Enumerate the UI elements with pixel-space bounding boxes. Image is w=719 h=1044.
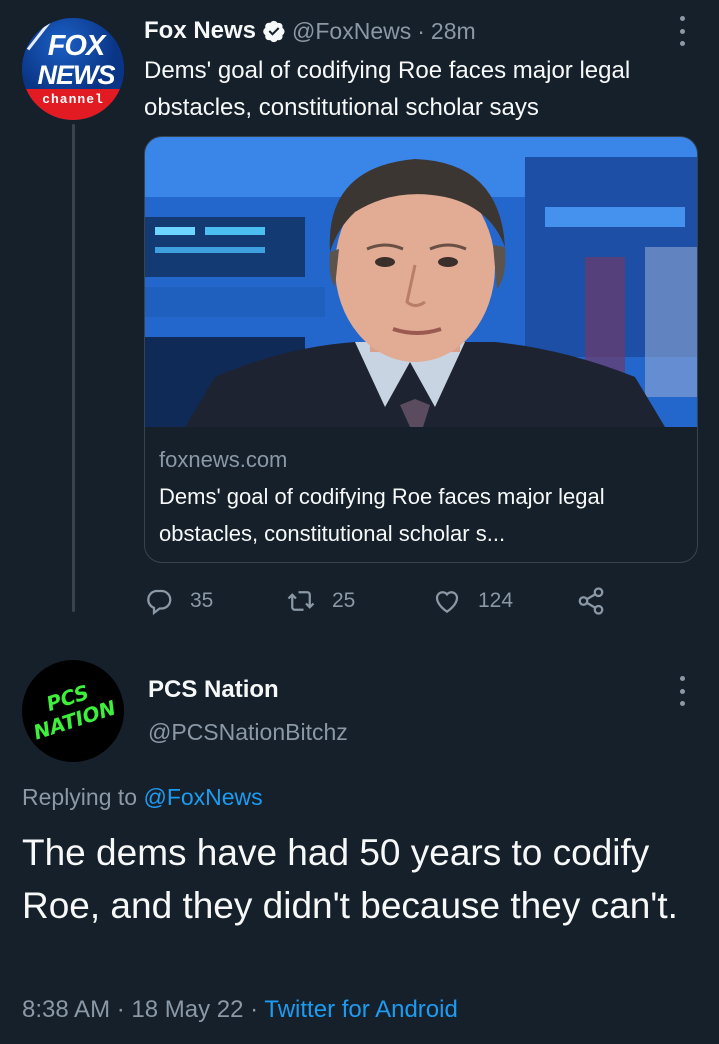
like-icon (435, 591, 459, 613)
card-title: Dems' goal of codifying Roe faces major … (159, 484, 605, 546)
like-count: 124 (478, 589, 514, 612)
link-preview-card[interactable]: foxnews.com Dems' goal of codifying Roe … (144, 136, 698, 563)
tweet-date[interactable]: 18 May 22 (131, 996, 243, 1023)
retweet-count: 25 (332, 589, 356, 612)
more-icon[interactable] (678, 16, 686, 46)
replying-to-mention[interactable]: @FoxNews (143, 784, 262, 810)
meta-separator: · (250, 996, 259, 1023)
avatar-logo-line2: NEWS (37, 60, 116, 90)
tweet-meta: 8:38 AM · 18 May 22 · Twitter for Androi… (22, 996, 458, 1024)
replying-prefix: Replying to (22, 784, 138, 810)
pcs-nation-avatar[interactable]: PCS NATION (22, 660, 124, 762)
reply-icon (147, 589, 172, 616)
tweet-actions: 35 25 124 (144, 584, 624, 618)
verified-badge-icon (263, 20, 285, 43)
tweet-time[interactable]: 8:38 AM (22, 996, 110, 1023)
avatar-logo-line3: channel (42, 92, 104, 107)
retweet-action[interactable]: 25 (286, 584, 355, 618)
card-domain: foxnews.com (159, 447, 288, 472)
reply-count: 35 (190, 589, 214, 612)
time-separator: · (417, 17, 425, 44)
tweet-time[interactable]: 28m (431, 18, 476, 45)
avatar-logo-line1: FOX (47, 30, 106, 62)
author-handle[interactable]: @FoxNews (292, 18, 411, 45)
replying-to-line: Replying to @FoxNews (22, 784, 263, 811)
share-icon (578, 587, 604, 615)
fox-news-avatar[interactable]: FOX NEWS channel (22, 18, 124, 120)
reply-tweet-text: The dems have had 50 years to codify Roe… (22, 832, 678, 926)
like-action[interactable]: 124 (432, 584, 513, 618)
author-display-name[interactable]: Fox News (144, 17, 256, 45)
more-icon[interactable] (678, 676, 686, 706)
original-tweet-header: Fox News @FoxNews · 28m (144, 14, 476, 48)
tweet-source-link[interactable]: Twitter for Android (264, 996, 457, 1023)
card-image-illustration (145, 137, 697, 427)
retweet-icon (287, 591, 315, 611)
reply-action[interactable]: 35 (144, 584, 213, 618)
thread-connector-line (72, 124, 75, 612)
reply-author-name[interactable]: PCS Nation (148, 676, 279, 704)
original-tweet-text: Dems' goal of codifying Roe faces major … (144, 57, 631, 121)
meta-separator: · (116, 996, 125, 1023)
card-image (145, 137, 697, 427)
reply-author-handle[interactable]: @PCSNationBitchz (148, 719, 348, 746)
share-action[interactable] (576, 584, 622, 618)
